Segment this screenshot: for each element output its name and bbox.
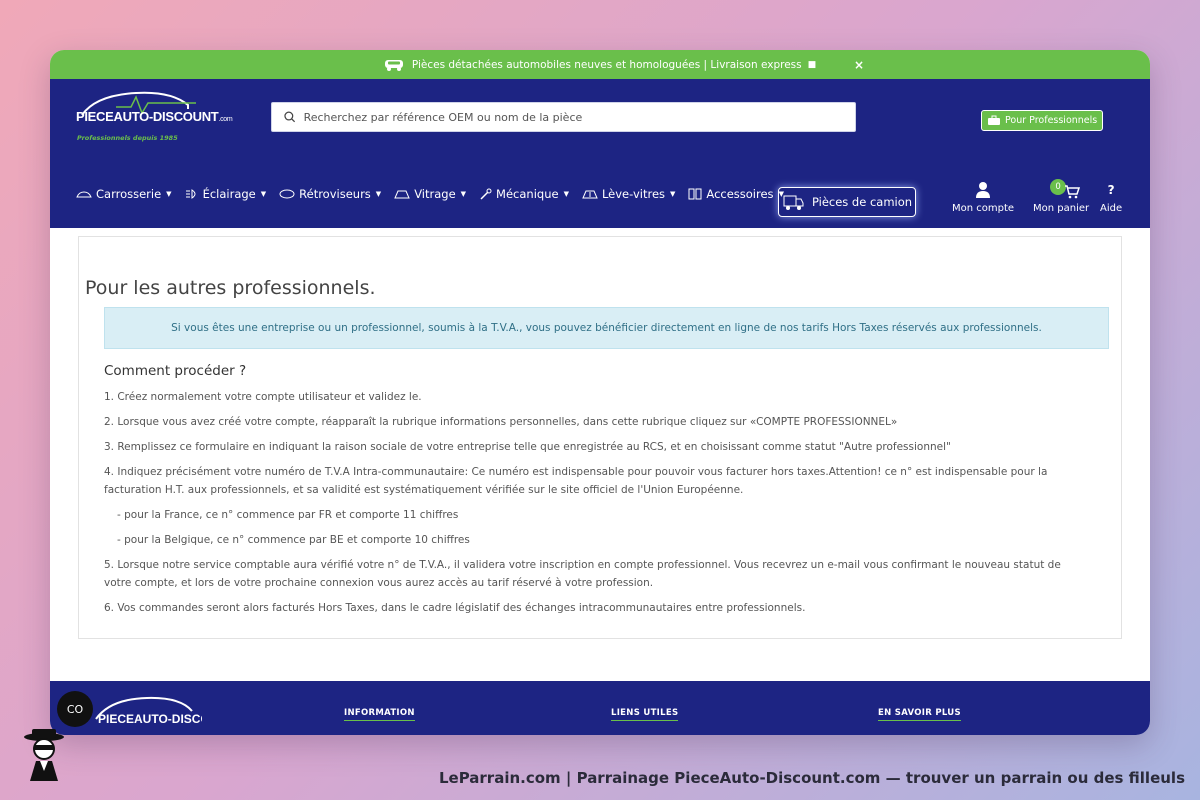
site-logo[interactable]: PIECEAUTO-DISCOUNT.com Professionnels de… bbox=[76, 87, 233, 147]
footer-heading-links: LIENS UTILES bbox=[611, 708, 679, 721]
account-link[interactable]: Mon compte bbox=[952, 181, 1014, 214]
caret-down-icon: ▼ bbox=[166, 190, 172, 198]
nav-label: Mécanique bbox=[496, 187, 559, 201]
footer-heading-information: INFORMATION bbox=[344, 708, 415, 721]
step-item: 4. Indiquez précisément votre numéro de … bbox=[104, 466, 1048, 496]
window-lift-icon bbox=[582, 190, 598, 199]
search-input[interactable] bbox=[303, 110, 855, 124]
search-icon bbox=[284, 111, 296, 123]
nav-label: Rétroviseurs bbox=[299, 187, 371, 201]
truck-parts-button[interactable]: Pièces de camion bbox=[778, 187, 916, 217]
cookie-options-button[interactable]: CO bbox=[57, 691, 93, 727]
nav-label: Accessoires bbox=[706, 187, 774, 201]
nav-item-accessoires[interactable]: Accessoires ▼ bbox=[688, 187, 784, 201]
nav-item-carrosserie[interactable]: Carrosserie ▼ bbox=[76, 187, 172, 201]
step-item: 1. Créez normalement votre compte utilis… bbox=[104, 391, 422, 403]
help-link[interactable]: ? Aide bbox=[1100, 181, 1122, 214]
caret-down-icon: ▼ bbox=[375, 190, 382, 198]
close-icon[interactable]: × bbox=[854, 58, 864, 72]
step-subitem: - pour la France, ce n° commence par FR … bbox=[117, 509, 459, 521]
nav-item-mecanique[interactable]: Mécanique ▼ bbox=[479, 187, 569, 201]
nav-label: Éclairage bbox=[202, 187, 256, 201]
footer-heading-more: EN SAVOIR PLUS bbox=[878, 708, 961, 721]
announcement-bar: Pièces détachées automobiles neuves et h… bbox=[50, 50, 1150, 79]
info-alert: Si vous êtes une entreprise ou un profes… bbox=[104, 307, 1109, 349]
search-bar[interactable] bbox=[271, 102, 856, 132]
page-caption: LeParrain.com | Parrainage PieceAuto-Dis… bbox=[438, 769, 1185, 787]
step-item: 6. Vos commandes seront alors facturés H… bbox=[104, 602, 806, 614]
cart-link[interactable]: 0 Mon panier bbox=[1033, 179, 1090, 214]
nav-item-retroviseurs[interactable]: Rétroviseurs ▼ bbox=[279, 187, 381, 201]
user-icon bbox=[976, 182, 991, 198]
nav-item-vitrage[interactable]: Vitrage ▼ bbox=[394, 187, 466, 201]
headlight-icon bbox=[185, 189, 196, 199]
wrench-icon bbox=[480, 188, 492, 200]
nav-label: Lève-vitres bbox=[601, 187, 666, 201]
caret-down-icon: ▼ bbox=[260, 190, 267, 198]
caret-down-icon: ▼ bbox=[670, 190, 676, 198]
nav-label: Vitrage bbox=[414, 187, 456, 201]
cart-icon-wrap: 0 bbox=[1046, 179, 1081, 199]
car-body-icon bbox=[76, 191, 92, 198]
mirror-icon bbox=[279, 189, 295, 199]
car-silhouette-icon: PIECEAUTO-DISCOUNT bbox=[95, 696, 235, 726]
site-header: PIECEAUTO-DISCOUNT.com Professionnels de… bbox=[50, 79, 1150, 228]
mini-truck-icon: ■ bbox=[807, 59, 817, 70]
delivery-truck-icon bbox=[384, 58, 404, 72]
logo-tagline: Professionnels depuis 1985 bbox=[77, 134, 178, 142]
step-item: 3. Remplissez ce formulaire en indiquant… bbox=[104, 441, 951, 453]
caret-down-icon: ▼ bbox=[460, 190, 467, 198]
help-icon: ? bbox=[1107, 183, 1115, 197]
accessories-icon bbox=[688, 188, 702, 200]
nav-item-leve-vitres[interactable]: Lève-vitres ▼ bbox=[582, 187, 675, 201]
steps-list: 1. Créez normalement votre compte utilis… bbox=[104, 388, 1089, 624]
account-label: Mon compte bbox=[952, 203, 1015, 214]
footer-logo-text: PIECEAUTO-DISCOUNT bbox=[98, 712, 202, 723]
caret-down-icon: ▼ bbox=[563, 190, 569, 198]
help-label: Aide bbox=[1100, 203, 1123, 214]
step-item: 5. Lorsque notre service comptable aura … bbox=[104, 559, 1061, 589]
footer-logo[interactable]: PIECEAUTO-DISCOUNT bbox=[92, 693, 235, 727]
cart-icon bbox=[1065, 185, 1081, 199]
announcement-text: Pièces détachées automobiles neuves et h… bbox=[411, 58, 802, 71]
pro-button[interactable]: Pour Professionnels bbox=[981, 110, 1104, 131]
section-heading: Comment procéder ? bbox=[104, 363, 247, 379]
briefcase-icon bbox=[988, 115, 1000, 125]
site-footer: CO PIECEAUTO-DISCOUNT INFORMATION LIENS … bbox=[50, 681, 1150, 735]
browser-window: Pièces détachées automobiles neuves et h… bbox=[50, 50, 1150, 735]
cart-label: Mon panier bbox=[1033, 203, 1090, 214]
logo-text: PIECEAUTO-DISCOUNT.com bbox=[76, 109, 233, 124]
truck-button-label: Pièces de camion bbox=[811, 195, 913, 209]
nav-item-eclairage[interactable]: Éclairage ▼ bbox=[185, 187, 267, 201]
pro-button-label: Pour Professionnels bbox=[1005, 115, 1098, 126]
step-item: 2. Lorsque vous avez créé votre compte, … bbox=[104, 416, 898, 428]
mascot-icon bbox=[24, 729, 64, 781]
page-title: Pour les autres professionnels. bbox=[85, 277, 376, 299]
windshield-icon bbox=[394, 190, 410, 199]
step-subitem: - pour la Belgique, ce n° commence par B… bbox=[117, 534, 470, 546]
main-nav: Carrosserie ▼ Éclairage ▼ Rétroviseurs ▼ Vi… bbox=[76, 187, 784, 201]
content-panel: Pour les autres professionnels. Si vous … bbox=[78, 236, 1122, 639]
nav-label: Carrosserie bbox=[96, 187, 162, 201]
truck-icon bbox=[783, 195, 804, 210]
